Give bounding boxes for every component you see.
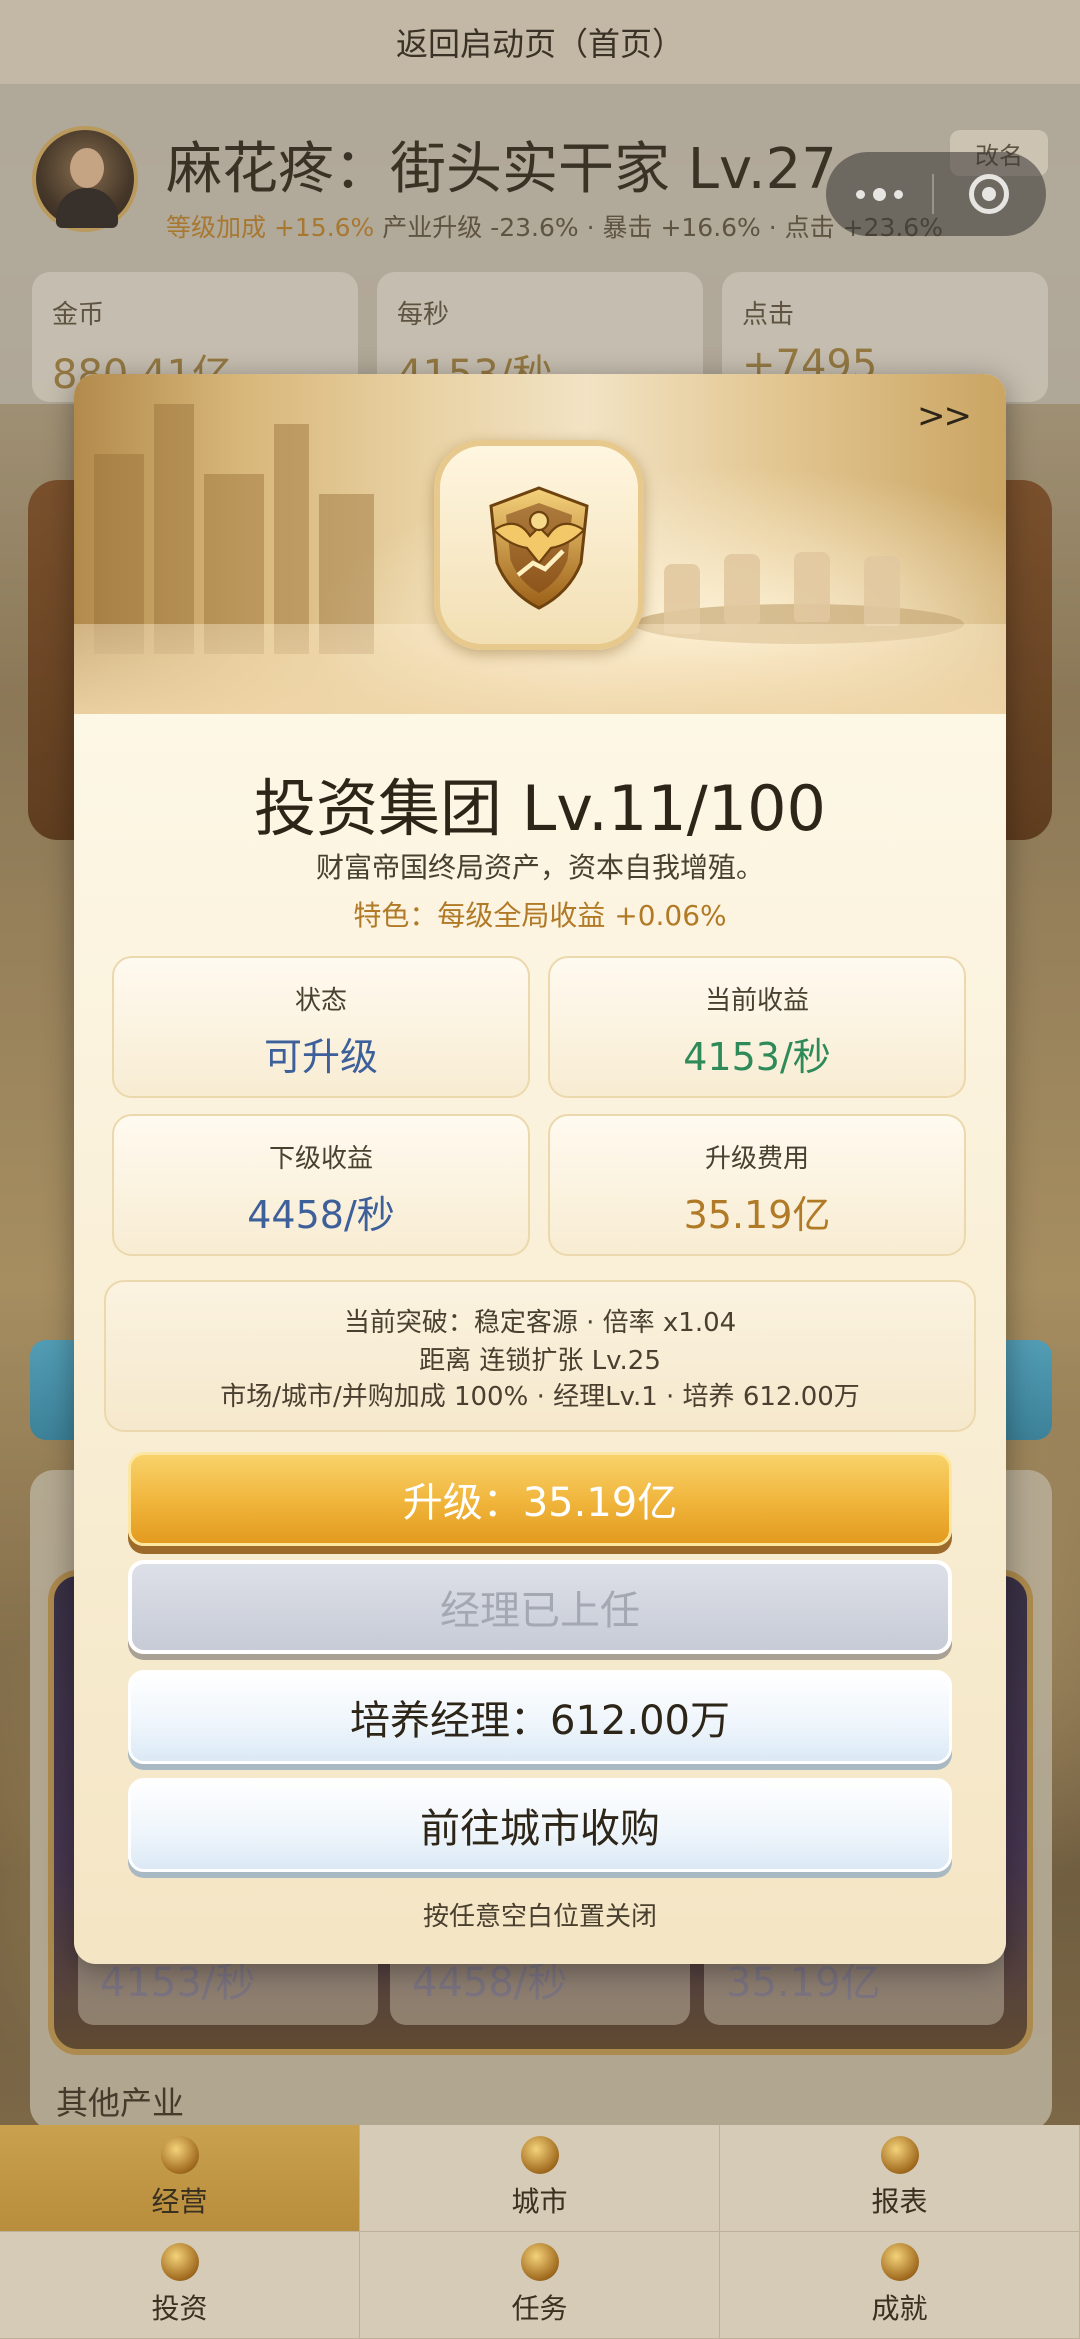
modal-body: 投资集团 Lv.11/100 财富帝国终局资产，资本自我增殖。 特色：每级全局收…	[74, 714, 1006, 1964]
tab-task[interactable]: 任务	[360, 2232, 720, 2339]
current-income-label: 当前收益	[704, 986, 809, 1016]
next-income-value: 4458/秒	[247, 1193, 395, 1237]
city-icon	[520, 2136, 559, 2174]
industry-detail-modal: >> 投资集团 Lv.11/100 财富帝国终局资产，资本自我增殖。 特色：每级…	[74, 374, 1006, 1964]
upgrade-cost-card: 升级费用 35.19亿	[548, 1114, 966, 1256]
upgrade-button[interactable]: 升级：35.19亿	[128, 1452, 952, 1546]
current-income-card: 当前收益 4153/秒	[548, 956, 966, 1098]
tab-business[interactable]: 经营	[0, 2125, 360, 2232]
next-arrow-button[interactable]: >>	[917, 396, 972, 436]
status-card: 状态 可升级	[112, 956, 530, 1098]
tab-achievement[interactable]: 成就	[720, 2232, 1080, 2339]
next-income-label: 下级收益	[268, 1144, 373, 1174]
tab-report[interactable]: 报表	[720, 2125, 1080, 2232]
manager-hired-button[interactable]: 经理已上任	[128, 1560, 952, 1654]
tab-city[interactable]: 城市	[360, 2125, 720, 2232]
upgrade-cost-value: 35.19亿	[683, 1193, 831, 1237]
back-to-home-bar[interactable]: 返回启动页（首页）	[0, 0, 1080, 84]
status-value: 可升级	[263, 1035, 378, 1079]
task-icon	[520, 2243, 559, 2281]
breakthrough-line-distance: 距离 连锁扩张 Lv.25	[419, 1346, 661, 1376]
go-city-acquire-button[interactable]: 前往城市收购	[128, 1778, 952, 1872]
back-to-home-label: 返回启动页（首页）	[395, 25, 684, 63]
status-label: 状态	[294, 986, 347, 1016]
current-income-value: 4153/秒	[683, 1035, 831, 1079]
breakthrough-line-bonus: 市场/城市/并购加成 100% · 经理Lv.1 · 培养 612.00万	[220, 1382, 860, 1412]
next-income-card: 下级收益 4458/秒	[112, 1114, 530, 1256]
coin-icon	[160, 2136, 199, 2174]
eagle-shield-emblem-icon	[434, 440, 644, 650]
tab-invest[interactable]: 投资	[0, 2232, 360, 2339]
report-icon	[880, 2136, 919, 2174]
close-hint-text: 按任意空白位置关闭	[422, 1902, 657, 1932]
achievement-icon	[880, 2243, 919, 2281]
breakthrough-line-current: 当前突破：稳定客源 · 倍率 x1.04	[343, 1308, 737, 1338]
industry-title: 投资集团 Lv.11/100	[254, 772, 826, 845]
breakthrough-info-card: 当前突破：稳定客源 · 倍率 x1.04 距离 连锁扩张 Lv.25 市场/城市…	[104, 1280, 976, 1432]
bottom-tab-bar: 经营 城市 报表 投资 任务 成就	[0, 2125, 1080, 2339]
industry-description: 财富帝国终局资产，资本自我增殖。	[315, 851, 764, 884]
invest-icon	[160, 2243, 199, 2281]
upgrade-cost-label: 升级费用	[704, 1144, 809, 1174]
train-manager-button[interactable]: 培养经理：612.00万	[128, 1670, 952, 1764]
industry-feature: 特色：每级全局收益 +0.06%	[353, 899, 727, 932]
